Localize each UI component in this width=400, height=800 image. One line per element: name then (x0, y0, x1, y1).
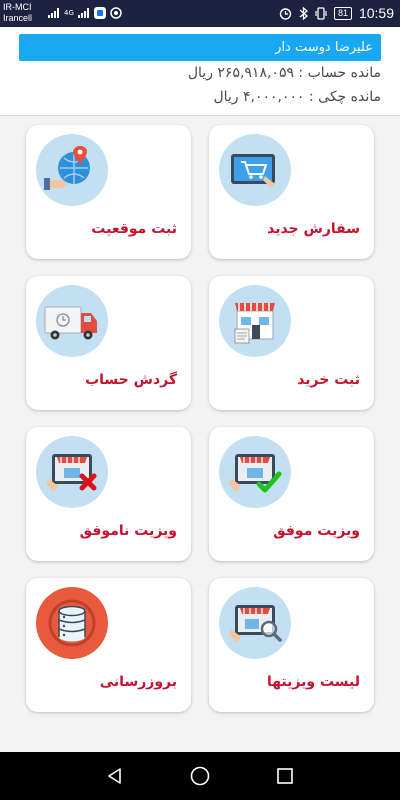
menu-label: لیست ویزیتها (266, 674, 360, 690)
menu-register-purchase[interactable]: ثبت خرید (209, 276, 374, 410)
vibrate-icon (315, 6, 327, 20)
recents-icon[interactable] (273, 764, 297, 788)
menu-label: گردش حساب (85, 372, 177, 388)
app-notification-icon (93, 7, 106, 19)
menu-label: سفارش جدید (267, 221, 360, 237)
carrier-info: IR-MCI Irancell (3, 2, 32, 24)
menu-label: ثبت خرید (297, 372, 360, 388)
signal-icon (48, 8, 59, 18)
menu-label: ویزیت موفق (273, 523, 360, 539)
carrier-name-2: Irancell (3, 13, 33, 23)
menu-account-turnover[interactable]: گردش حساب (26, 276, 191, 410)
cart-icon (219, 134, 291, 206)
location-icon (36, 134, 108, 206)
cheque-balance: مانده چکی : ۴,۰۰۰,۰۰۰ ریال (213, 89, 381, 105)
visit-failed-icon (36, 436, 108, 508)
whatsapp-icon (110, 7, 122, 19)
battery-indicator: 81 (333, 6, 352, 20)
bluetooth-icon (299, 6, 308, 20)
status-bar: IR-MCI Irancell 4G 81 10:59 (0, 0, 400, 27)
system-nav-bar (0, 752, 400, 800)
user-name-bar[interactable]: علیرضا دوست دار (19, 34, 381, 61)
home-icon[interactable] (188, 764, 212, 788)
menu-successful-visit[interactable]: ویزیت موفق (209, 427, 374, 561)
menu-label: ویزیت ناموفق (79, 523, 177, 539)
clock: 10:59 (358, 5, 394, 21)
menu-label: ثبت موقعیت (91, 221, 177, 237)
menu-register-location[interactable]: ثبت موقعیت (26, 125, 191, 259)
account-header: علیرضا دوست دار مانده حساب : ۲۶۵,۹۱۸,۰۵۹… (0, 27, 400, 116)
menu-update[interactable]: بروزرسانی (26, 578, 191, 712)
alarm-icon (279, 7, 292, 20)
menu-label: بروزرسانی (99, 674, 177, 690)
status-icons-left: 4G (48, 7, 122, 19)
menu-visit-list[interactable]: لیست ویزیتها (209, 578, 374, 712)
back-icon[interactable] (103, 764, 127, 788)
status-icons-right: 81 10:59 (279, 5, 394, 21)
truck-icon (36, 285, 108, 357)
menu-failed-visit[interactable]: ویزیت ناموفق (26, 427, 191, 561)
visit-success-icon (219, 436, 291, 508)
carrier-name-1: IR-MCI (3, 2, 32, 12)
account-balance: مانده حساب : ۲۶۵,۹۱۸,۰۵۹ ریال (187, 65, 381, 81)
visit-list-icon (219, 587, 291, 659)
network-type: 4G (64, 9, 74, 17)
database-sync-icon (36, 587, 108, 659)
store-icon (219, 285, 291, 357)
menu-new-order[interactable]: سفارش جدید (209, 125, 374, 259)
signal-icon-2 (77, 8, 89, 18)
